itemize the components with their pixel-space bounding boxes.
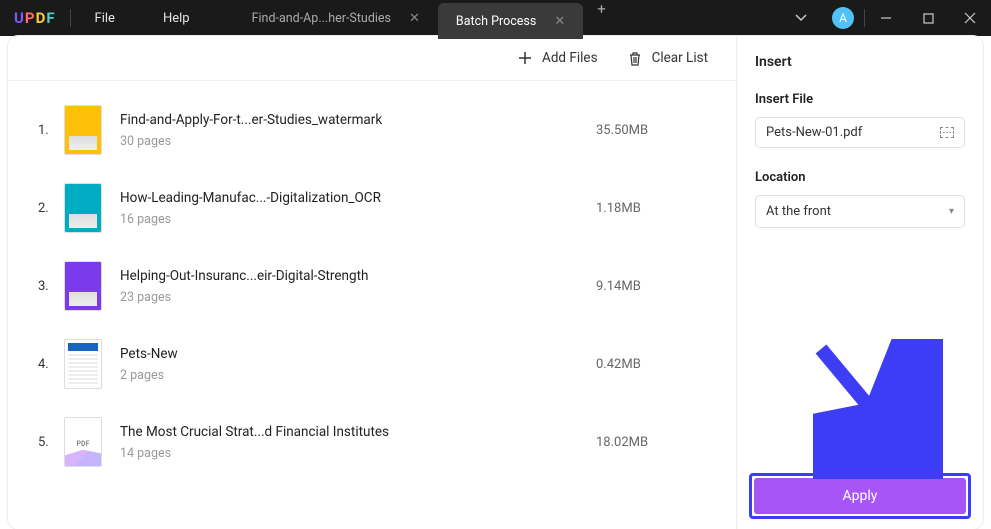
trash-icon [628,51,642,66]
file-row[interactable]: 5. PDF The Most Crucial Strat...d Financ… [38,403,706,481]
file-size: 0.42MB [596,357,706,372]
tab-strip: Find-and-Ap...her-Studies ✕ Batch Proces… [234,0,620,36]
file-row[interactable]: 1. Find-and-Apply-For-t...er-Studies_wat… [38,91,706,169]
row-number: 4. [38,357,64,372]
window-maximize-icon[interactable] [907,0,949,36]
add-files-button[interactable]: Add Files [518,50,598,66]
chevron-down-icon: ▾ [949,206,954,217]
window-close-icon[interactable] [949,0,991,36]
insert-file-value: Pets-New-01.pdf [766,125,862,140]
file-info: Helping-Out-Insuranc...eir-Digital-Stren… [120,268,596,305]
file-info: Find-and-Apply-For-t...er-Studies_waterm… [120,112,596,149]
file-pages: 23 pages [120,290,596,305]
avatar[interactable]: A [832,7,854,29]
menu-help[interactable]: Help [139,11,214,26]
row-number: 2. [38,201,64,216]
file-row[interactable]: 3. Helping-Out-Insuranc...eir-Digital-St… [38,247,706,325]
file-name: Pets-New [120,346,596,362]
annotation-arrow [813,339,943,479]
file-pages: 16 pages [120,212,596,227]
file-thumbnail: PDF [64,417,102,467]
file-list: 1. Find-and-Apply-For-t...er-Studies_wat… [8,81,736,529]
file-info: How-Leading-Manufac...-Digitalization_OC… [120,190,596,227]
tab-label: Batch Process [456,14,536,29]
row-number: 3. [38,279,64,294]
file-size: 35.50MB [596,123,706,138]
chevron-down-icon[interactable] [780,0,822,36]
file-thumbnail [64,339,102,389]
titlebar-right: A [780,0,991,36]
titlebar: UPDF File Help Find-and-Ap...her-Studies… [0,0,991,36]
add-files-label: Add Files [542,50,598,66]
window-minimize-icon[interactable] [865,0,907,36]
apply-button[interactable]: Apply [754,478,966,514]
file-pages: 2 pages [120,368,596,383]
file-size: 18.02MB [596,435,706,450]
row-number: 5. [38,435,64,450]
close-icon[interactable]: ✕ [409,11,420,26]
file-row[interactable]: 4. Pets-New 2 pages 0.42MB [38,325,706,403]
file-size: 1.18MB [596,201,706,216]
location-label: Location [755,170,965,185]
file-info: Pets-New 2 pages [120,346,596,383]
file-name: Helping-Out-Insuranc...eir-Digital-Stren… [120,268,596,284]
file-row[interactable]: 2. How-Leading-Manufac...-Digitalization… [38,169,706,247]
file-info: The Most Crucial Strat...d Financial Ins… [120,424,596,461]
insert-file-label: Insert File [755,92,965,107]
tab-batch-process[interactable]: Batch Process ✕ [438,3,583,39]
apply-highlight: Apply [749,473,971,519]
file-size: 9.14MB [596,279,706,294]
tab-document[interactable]: Find-and-Ap...her-Studies ✕ [234,0,438,36]
list-toolbar: Add Files Clear List [8,36,736,81]
file-pages: 30 pages [120,134,596,149]
insert-sidebar: Insert Insert File Pets-New-01.pdf ⋯ Loc… [736,36,983,529]
clear-list-button[interactable]: Clear List [628,50,708,66]
browse-icon[interactable]: ⋯ [940,127,954,138]
location-select[interactable]: At the front ▾ [755,195,965,228]
file-pages: 14 pages [120,446,596,461]
file-name: The Most Crucial Strat...d Financial Ins… [120,424,596,440]
file-thumbnail [64,183,102,233]
insert-file-field[interactable]: Pets-New-01.pdf ⋯ [755,117,965,148]
location-value: At the front [766,204,831,219]
close-icon[interactable]: ✕ [554,14,565,29]
row-number: 1. [38,123,64,138]
app-logo: UPDF [0,9,70,27]
main-panel: Add Files Clear List 1. Find-and-Apply-F… [8,36,983,529]
file-thumbnail [64,105,102,155]
new-tab-button[interactable]: + [583,0,620,36]
menu-file[interactable]: File [71,11,139,26]
content-area: Add Files Clear List 1. Find-and-Apply-F… [8,36,736,529]
pdf-badge: PDF [77,440,90,448]
plus-icon [518,51,532,65]
file-name: How-Leading-Manufac...-Digitalization_OC… [120,190,596,206]
sidebar-title: Insert [755,54,965,70]
clear-list-label: Clear List [652,50,708,66]
file-name: Find-and-Apply-For-t...er-Studies_waterm… [120,112,596,128]
file-thumbnail [64,261,102,311]
tab-label: Find-and-Ap...her-Studies [252,11,391,26]
